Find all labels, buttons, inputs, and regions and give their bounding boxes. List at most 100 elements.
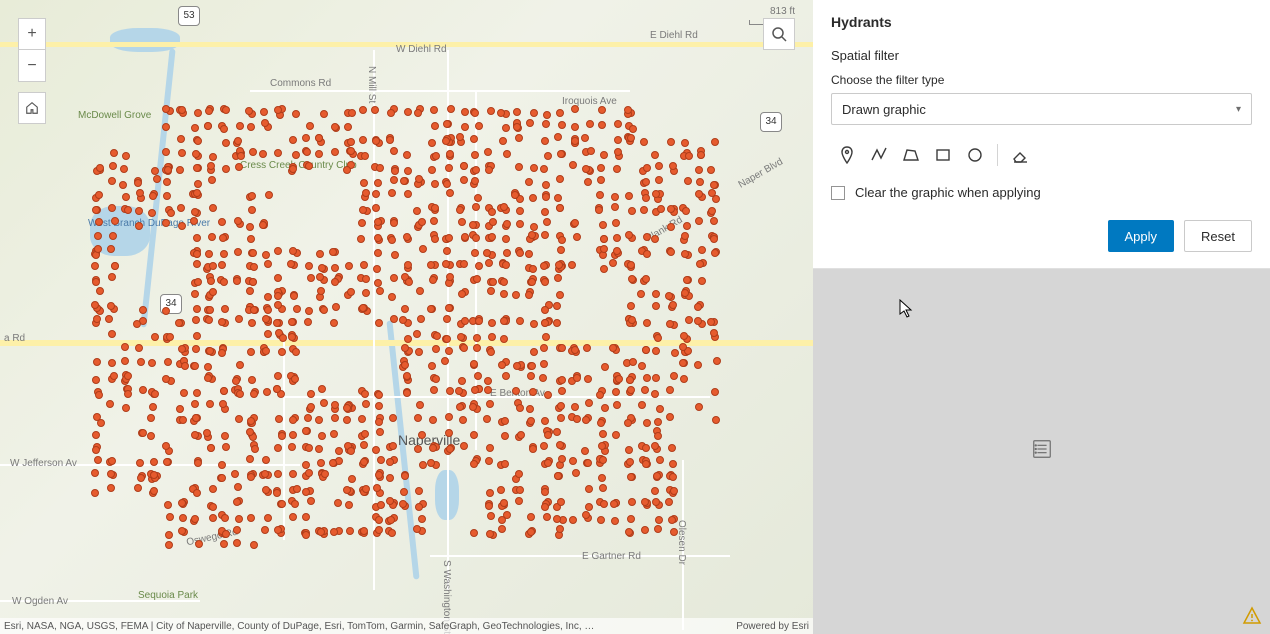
hydrant-point <box>263 388 271 396</box>
hydrant-point <box>375 526 383 534</box>
hydrant-point <box>598 106 606 114</box>
hydrant-point <box>474 372 482 380</box>
draw-circle-tool[interactable] <box>959 139 991 171</box>
hydrant-point <box>150 471 158 479</box>
hydrant-point <box>540 344 548 352</box>
draw-rectangle-tool[interactable] <box>927 139 959 171</box>
hydrant-point <box>332 303 340 311</box>
hydrant-point <box>331 401 339 409</box>
hydrant-point <box>177 204 185 212</box>
hydrant-point <box>390 274 398 282</box>
search-button[interactable] <box>763 18 795 50</box>
hydrant-point <box>583 344 591 352</box>
draw-polyline-tool[interactable] <box>863 139 895 171</box>
hydrant-point <box>470 360 478 368</box>
hydrant-point <box>501 432 509 440</box>
hydrant-point <box>222 106 230 114</box>
hydrant-point <box>613 234 621 242</box>
hydrant-point <box>376 428 384 436</box>
hydrant-point <box>124 390 132 398</box>
hydrant-point <box>279 334 287 342</box>
hydrant-point <box>458 377 466 385</box>
hydrant-point <box>445 304 453 312</box>
filter-type-select[interactable]: Drawn graphic ▾ <box>831 93 1252 125</box>
filter-panel: Hydrants Spatial filter Choose the filte… <box>813 0 1270 269</box>
hydrant-point <box>447 105 455 113</box>
hydrant-point <box>554 194 562 202</box>
hydrant-point <box>248 376 256 384</box>
hydrant-point <box>388 293 396 301</box>
zoom-out-button[interactable]: − <box>18 50 46 82</box>
hydrant-point <box>445 234 453 242</box>
hydrant-point <box>108 273 116 281</box>
hydrant-point <box>685 316 693 324</box>
hydrant-point <box>315 416 323 424</box>
draw-point-tool[interactable] <box>831 139 863 171</box>
divider <box>997 144 998 166</box>
home-button[interactable] <box>18 92 46 124</box>
hydrant-point <box>556 525 564 533</box>
hydrant-point <box>612 431 620 439</box>
hydrant-point <box>139 429 147 437</box>
hydrant-point <box>613 401 621 409</box>
hydrant-point <box>413 525 421 533</box>
hydrant-point <box>110 149 118 157</box>
panel-title: Hydrants <box>831 14 1252 30</box>
hydrant-point <box>399 316 407 324</box>
draw-polygon-tool[interactable] <box>895 139 927 171</box>
hydrant-point <box>291 375 299 383</box>
hydrant-point <box>542 181 550 189</box>
hydrant-point <box>153 175 161 183</box>
hydrant-point <box>307 274 315 282</box>
hydrant-point <box>250 390 258 398</box>
hydrant-point <box>474 194 482 202</box>
hydrant-point <box>430 106 438 114</box>
hydrant-point <box>471 109 479 117</box>
hydrant-point <box>558 236 566 244</box>
hydrant-point <box>390 176 398 184</box>
hydrant-point <box>403 233 411 241</box>
hydrant-point <box>445 164 453 172</box>
hydrant-point <box>372 137 380 145</box>
hydrant-point <box>600 500 608 508</box>
hydrant-point <box>459 416 467 424</box>
hydrant-point <box>234 217 242 225</box>
hydrant-point <box>321 470 329 478</box>
hydrant-point <box>484 148 492 156</box>
hydrant-point <box>487 348 495 356</box>
reset-button[interactable]: Reset <box>1184 220 1252 252</box>
hydrant-point <box>652 302 660 310</box>
hydrant-point <box>668 444 676 452</box>
hydrant-point <box>265 191 273 199</box>
hydrant-point <box>122 152 130 160</box>
hydrant-point <box>136 189 144 197</box>
hydrant-point <box>597 176 605 184</box>
hydrant-point <box>386 474 394 482</box>
hydrant-point <box>527 417 535 425</box>
clear-on-apply-checkbox[interactable] <box>831 186 845 200</box>
map-view[interactable]: 813 ft W Diehl Rd E Diehl Rd Commons Rd … <box>0 0 813 634</box>
hydrant-point <box>515 163 523 171</box>
hydrant-point <box>516 207 524 215</box>
hydrant-point <box>540 442 548 450</box>
zoom-in-button[interactable]: + <box>18 18 46 50</box>
hydrant-point <box>569 457 577 465</box>
hydrant-point <box>503 150 511 158</box>
hydrant-point <box>205 107 213 115</box>
hydrant-point <box>642 444 650 452</box>
clear-graphic-tool[interactable] <box>1004 139 1036 171</box>
hydrant-point <box>515 134 523 142</box>
hydrant-point <box>665 498 673 506</box>
hydrant-point <box>497 109 505 117</box>
hydrant-point <box>651 235 659 243</box>
hydrant-point <box>445 347 453 355</box>
apply-button[interactable]: Apply <box>1108 220 1175 252</box>
hydrant-point <box>220 387 228 395</box>
hydrant-point <box>122 193 130 201</box>
hydrant-point <box>528 362 536 370</box>
home-icon <box>25 101 39 115</box>
hydrant-point <box>233 277 241 285</box>
hydrant-point <box>162 442 170 450</box>
hydrant-point <box>485 259 493 267</box>
hydrant-point <box>149 403 157 411</box>
